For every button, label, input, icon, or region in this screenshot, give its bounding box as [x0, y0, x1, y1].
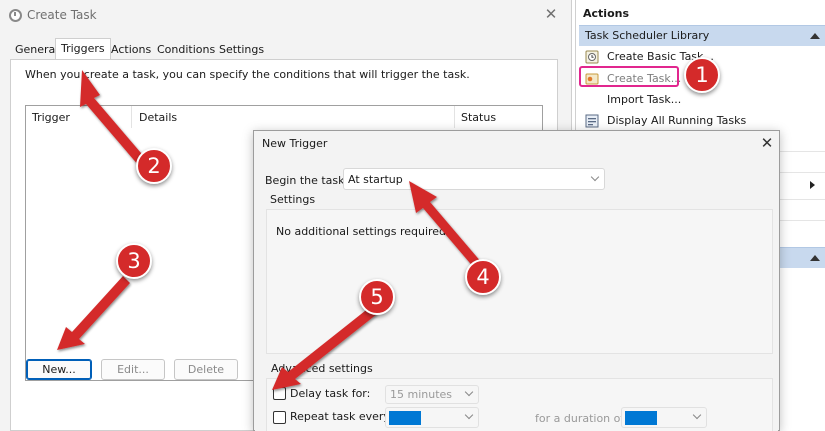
settings-message: No additional settings required. [276, 225, 450, 238]
column-header-trigger[interactable]: Trigger [32, 111, 70, 124]
clock-icon [9, 9, 22, 22]
repeat-interval-select[interactable] [385, 407, 479, 428]
action-label: Import Task... [607, 93, 682, 106]
begin-task-label: Begin the task: [265, 174, 349, 187]
column-header-status[interactable]: Status [461, 111, 496, 124]
chevron-down-icon [464, 387, 474, 397]
settings-group: No additional settings required. [266, 209, 773, 354]
running-tasks-icon [585, 114, 599, 128]
action-import-task[interactable]: Import Task... [579, 90, 825, 110]
repeat-task-label: Repeat task every: [290, 410, 393, 423]
callout-badge-5: 5 [359, 279, 395, 315]
tab-conditions[interactable]: Conditions [152, 41, 220, 60]
dialog-title: New Trigger [262, 137, 328, 150]
create-task-titlebar: Create Task ✕ [0, 0, 572, 30]
actions-header: Actions [583, 7, 629, 20]
advanced-settings-label: Advanced settings [271, 362, 373, 375]
delete-trigger-button[interactable]: Delete [174, 359, 238, 380]
basic-task-icon [585, 50, 599, 64]
new-trigger-dialog: New Trigger ✕ Begin the task: At startup… [253, 130, 780, 431]
selected-value-highlight [625, 411, 657, 425]
callout-badge-1: 1 [684, 57, 720, 93]
triggers-intro-text: When you create a task, you can specify … [25, 68, 470, 81]
create-task-highlight-box [579, 66, 679, 87]
selected-value-highlight [389, 411, 421, 425]
begin-task-select[interactable]: At startup [343, 168, 605, 190]
callout-badge-4: 4 [465, 259, 501, 295]
column-separator [454, 106, 455, 128]
duration-select[interactable] [621, 407, 707, 428]
settings-group-label: Settings [270, 193, 316, 206]
section-label: Task Scheduler Library [585, 29, 710, 42]
new-trigger-button[interactable]: New... [26, 359, 92, 380]
repeat-task-checkbox[interactable] [273, 411, 286, 424]
close-icon[interactable]: ✕ [542, 4, 560, 24]
tab-settings[interactable]: Settings [214, 41, 269, 60]
window-title: Create Task [27, 8, 97, 22]
edit-trigger-button[interactable]: Edit... [101, 359, 165, 380]
submenu-arrow-icon[interactable] [810, 181, 815, 189]
action-label: Display All Running Tasks [607, 114, 747, 127]
column-header-details[interactable]: Details [139, 111, 177, 124]
section-task-scheduler-library[interactable]: Task Scheduler Library [579, 25, 825, 46]
delay-task-label: Delay task for: [290, 387, 371, 400]
begin-task-value: At startup [348, 173, 403, 186]
tab-actions[interactable]: Actions [106, 41, 156, 60]
close-icon[interactable]: ✕ [758, 133, 776, 153]
action-display-running-tasks[interactable]: Display All Running Tasks [579, 111, 825, 131]
duration-label: for a duration of: [535, 412, 628, 425]
chevron-down-icon [464, 410, 474, 420]
chevron-down-icon [692, 410, 702, 420]
collapse-triangle-icon[interactable] [810, 255, 820, 261]
chevron-down-icon [590, 172, 600, 182]
callout-badge-2: 2 [136, 148, 172, 184]
collapse-triangle-icon[interactable] [810, 33, 820, 39]
delay-duration-select[interactable]: 15 minutes [385, 385, 479, 404]
delay-task-checkbox[interactable] [273, 387, 286, 400]
new-trigger-body: Begin the task: At startup Settings No a… [255, 159, 778, 431]
callout-badge-3: 3 [116, 243, 152, 279]
delay-duration-value: 15 minutes [390, 388, 453, 401]
column-separator [131, 106, 132, 128]
